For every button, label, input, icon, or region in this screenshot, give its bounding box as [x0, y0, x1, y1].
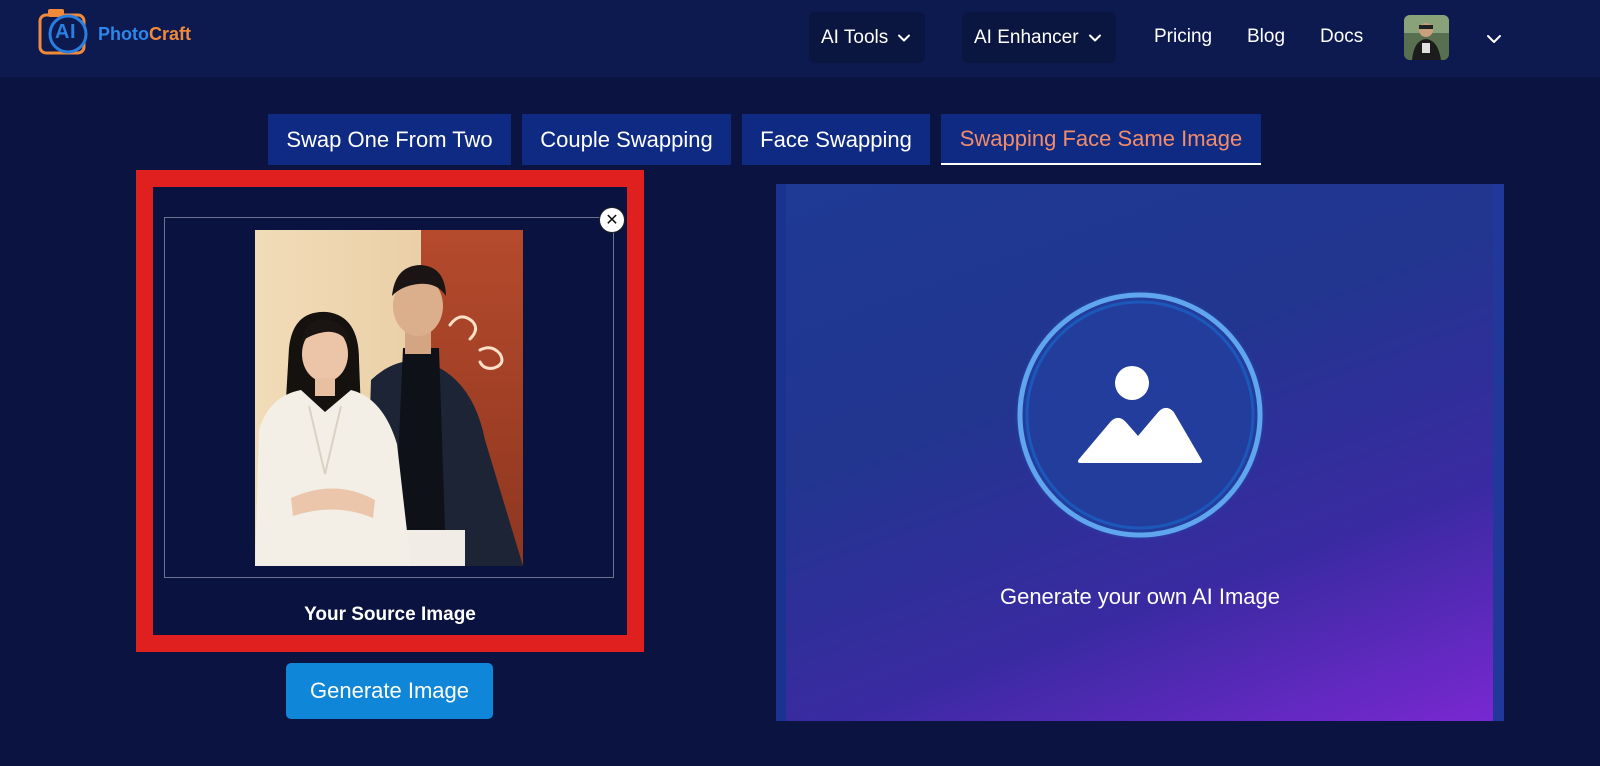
avatar-image [1404, 15, 1449, 60]
image-placeholder-icon [1014, 289, 1266, 541]
source-image-preview [255, 230, 523, 566]
couple-photo [255, 230, 523, 566]
tab-swapping-face-same-image[interactable]: Swapping Face Same Image [941, 114, 1261, 165]
result-panel-left-edge [776, 184, 786, 721]
nav-ai-tools-dropdown[interactable]: AI Tools [809, 12, 926, 63]
result-placeholder-text: Generate your own AI Image [999, 584, 1281, 609]
generate-image-button[interactable]: Generate Image [286, 663, 493, 719]
source-image-label: Your Source Image [304, 604, 476, 625]
logo-ai-text: AI [55, 21, 76, 43]
nav-pricing-link[interactable]: Pricing [1154, 26, 1212, 48]
close-icon: ✕ [605, 212, 619, 229]
tab-swap-one-from-two[interactable]: Swap One From Two [268, 114, 511, 165]
nav-docs-link[interactable]: Docs [1320, 26, 1363, 48]
tab-face-swapping[interactable]: Face Swapping [742, 114, 930, 165]
nav-ai-tools-label: AI Tools [821, 26, 889, 48]
nav-ai-enhancer-dropdown[interactable]: AI Enhancer [962, 12, 1116, 63]
logo-wordmark: PhotoCraft [98, 24, 192, 44]
user-menu-chevron-down-icon[interactable] [1486, 31, 1502, 47]
result-panel-right-edge [1493, 184, 1504, 721]
nav-ai-enhancer-label: AI Enhancer [974, 26, 1079, 48]
chevron-down-icon [1088, 34, 1101, 41]
nav-blog-link[interactable]: Blog [1247, 26, 1285, 48]
tab-couple-swapping[interactable]: Couple Swapping [522, 114, 731, 165]
brand-logo[interactable]: AI PhotoCraft [38, 7, 218, 59]
top-navbar: AI PhotoCraft AI Tools AI Enhancer Prici… [0, 0, 1600, 77]
remove-image-button[interactable]: ✕ [600, 208, 624, 232]
user-avatar[interactable] [1404, 15, 1449, 60]
chevron-down-icon [898, 34, 911, 41]
